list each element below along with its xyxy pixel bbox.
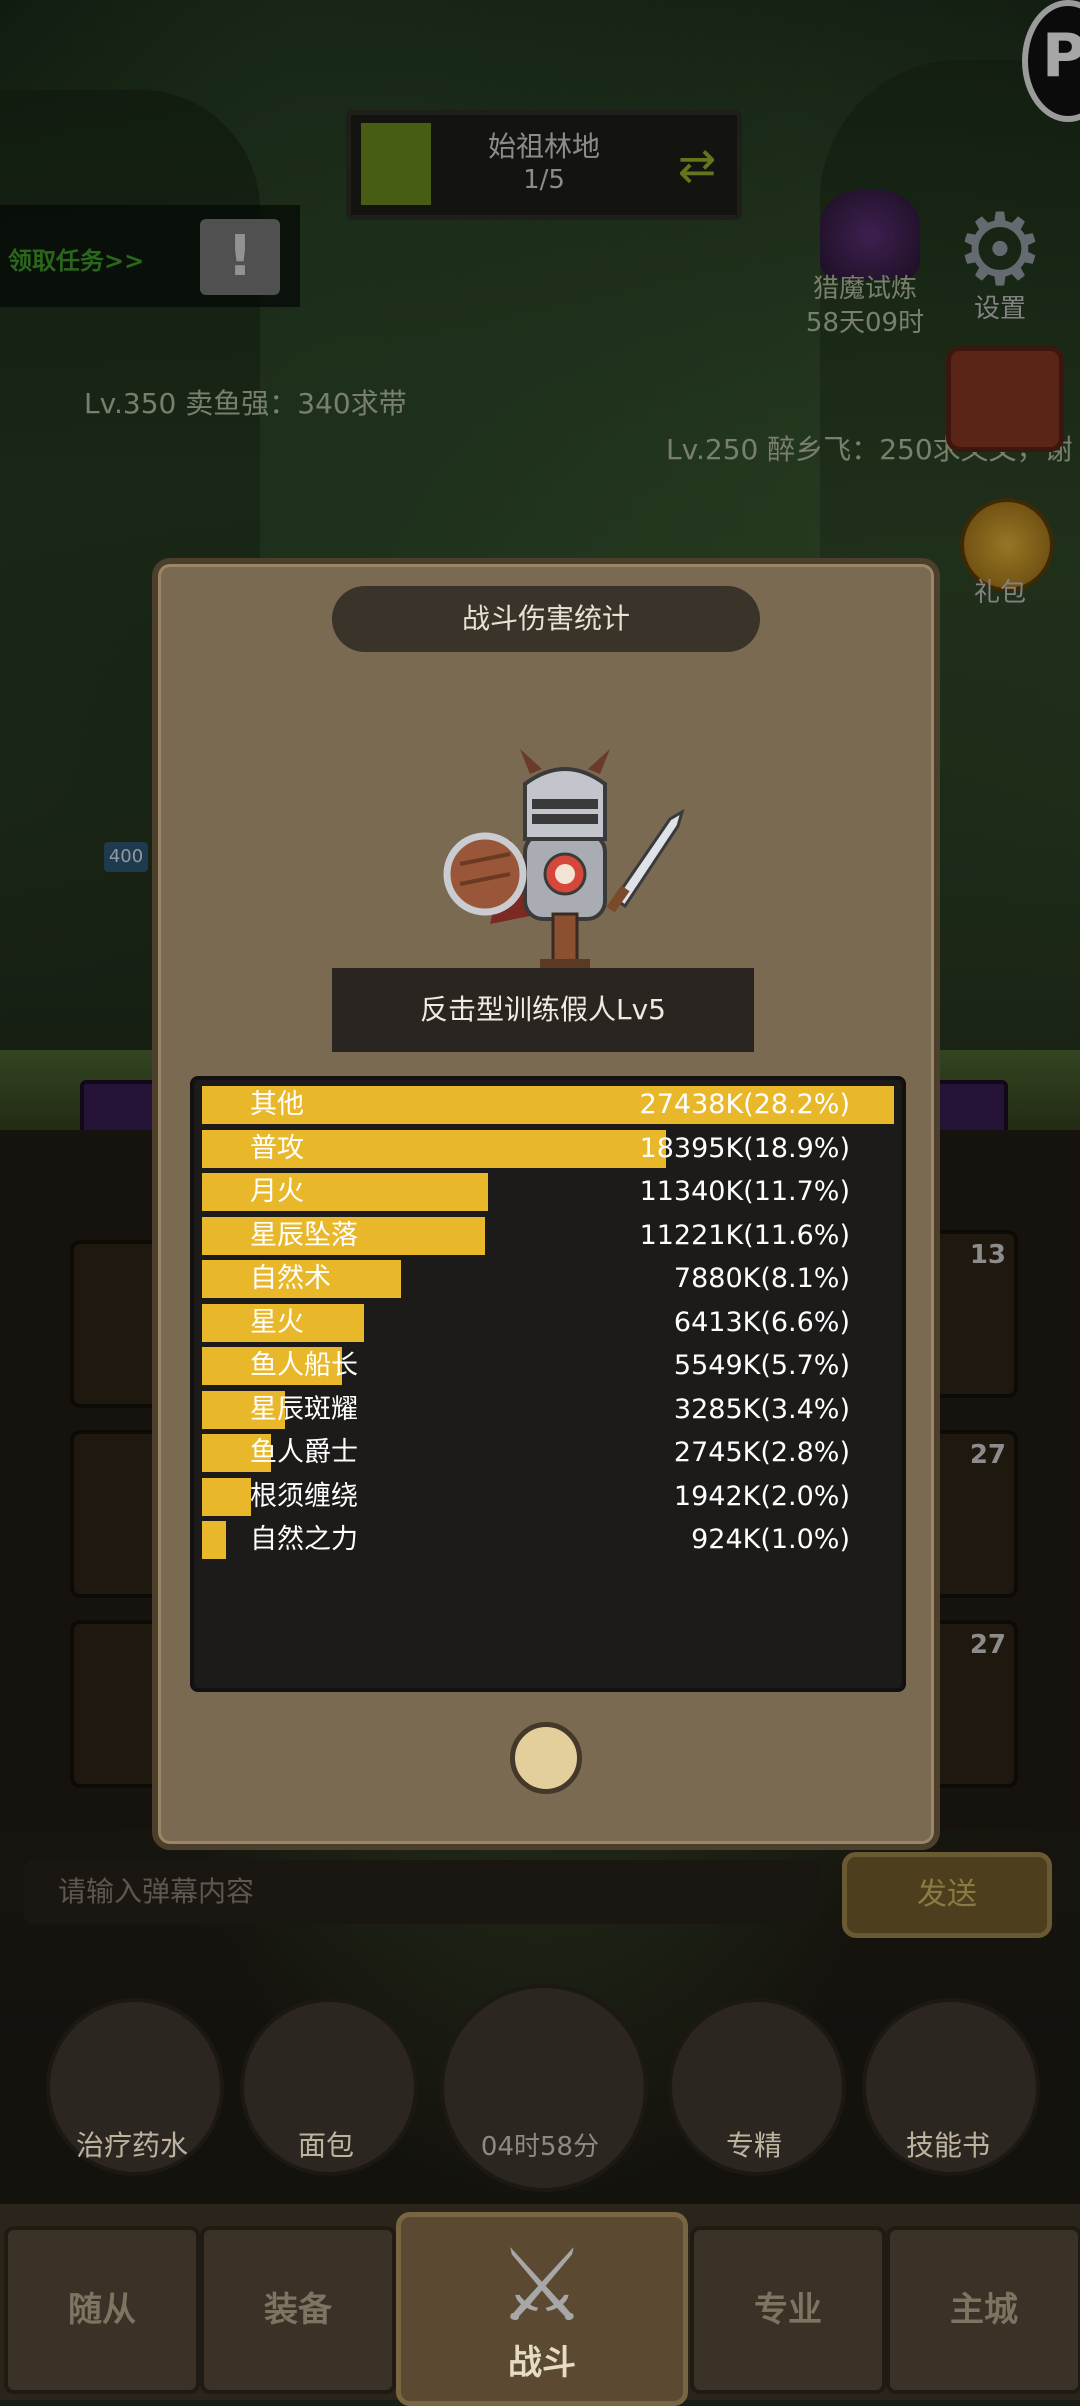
tab-battle-label: 战斗: [508, 2343, 576, 2383]
damage-value: 11221K(11.6%): [639, 1219, 850, 1251]
damage-row: 鱼人船长 5549K(5.7%): [202, 1347, 894, 1385]
skill-name: 普攻: [250, 1132, 304, 1164]
skill-name: 自然术: [250, 1263, 331, 1294]
damage-row: 星辰斑耀 3285K(3.4%): [202, 1390, 894, 1429]
damage-value: 7880K(8.1%): [673, 1263, 850, 1294]
damage-value: 2745K(2.8%): [673, 1437, 850, 1468]
tab-profession[interactable]: 专业: [690, 2226, 886, 2394]
tab-battle[interactable]: ⚔ 战斗: [396, 2212, 688, 2406]
damage-row: 星火 6413K(6.6%): [202, 1303, 894, 1342]
damage-value: 5549K(5.7%): [673, 1350, 850, 1381]
damage-value: 11340K(11.7%): [639, 1176, 850, 1207]
damage-stats-dialog: 战斗伤害统计 反击型训练假人Lv5 其他 27438K(28.2%) 普攻 18395…: [152, 558, 940, 1850]
training-dummy-icon: [443, 749, 685, 969]
damage-value: 6413K(6.6%): [673, 1306, 850, 1338]
damage-bar: [202, 1521, 226, 1559]
damage-value: 1942K(2.0%): [673, 1480, 850, 1512]
skill-name: 星辰斑耀: [250, 1393, 358, 1425]
danmaku-input[interactable]: 请输入弹幕内容: [24, 1860, 820, 1924]
skill-name: 根须缠绕: [250, 1480, 358, 1512]
damage-row: 自然之力 924K(1.0%): [202, 1521, 894, 1559]
skill-name: 自然之力: [250, 1524, 358, 1555]
damage-value: 27438K(28.2%): [639, 1089, 850, 1120]
skillbook-label: 技能书: [905, 2129, 990, 2162]
damage-row: 星辰坠落 11221K(11.6%): [202, 1216, 894, 1255]
damage-row: 其他 27438K(28.2%): [202, 1086, 894, 1124]
damage-value: 924K(1.0%): [691, 1524, 850, 1555]
skill-name: 鱼人爵士: [250, 1437, 358, 1468]
damage-row: 普攻 18395K(18.9%): [202, 1129, 894, 1168]
damage-chart: 其他 27438K(28.2%) 普攻 18395K(18.9%) 月火 11340K(1…: [190, 1076, 906, 1692]
potion-label: 治疗药水: [75, 2129, 188, 2162]
damage-row: 自然术 7880K(8.1%): [202, 1260, 894, 1298]
skill-name: 鱼人船长: [250, 1350, 358, 1381]
bread-label: 面包: [297, 2129, 354, 2162]
skill-name: 星辰坠落: [250, 1219, 358, 1251]
tab-equipment[interactable]: 装备: [200, 2226, 396, 2394]
skill-name: 星火: [250, 1306, 304, 1338]
close-button[interactable]: [510, 1722, 582, 1794]
skill-name: 月火: [250, 1176, 304, 1207]
bottom-nav: 随从 装备 ⚔ 战斗 专业 主城: [0, 2204, 1080, 2406]
damage-row: 月火 11340K(11.7%): [202, 1173, 894, 1211]
damage-bar: [202, 1477, 251, 1516]
target-name: 反击型训练假人Lv5: [332, 968, 754, 1052]
send-button[interactable]: 发送: [842, 1852, 1052, 1938]
damage-value: 3285K(3.4%): [673, 1393, 850, 1425]
damage-row: 根须缠绕 1942K(2.0%): [202, 1477, 894, 1516]
damage-row: 鱼人爵士 2745K(2.8%): [202, 1434, 894, 1472]
damage-bar: [202, 1173, 488, 1211]
tab-city[interactable]: 主城: [886, 2226, 1080, 2394]
chest-timer: 04时58分: [480, 2132, 600, 2162]
skill-name: 其他: [250, 1089, 304, 1120]
damage-value: 18395K(18.9%): [639, 1132, 850, 1164]
crossed-swords-icon: ⚔: [497, 2227, 587, 2344]
tab-followers[interactable]: 随从: [4, 2226, 200, 2394]
dialog-title: 战斗伤害统计: [332, 586, 760, 652]
mastery-label: 专精: [725, 2129, 782, 2162]
